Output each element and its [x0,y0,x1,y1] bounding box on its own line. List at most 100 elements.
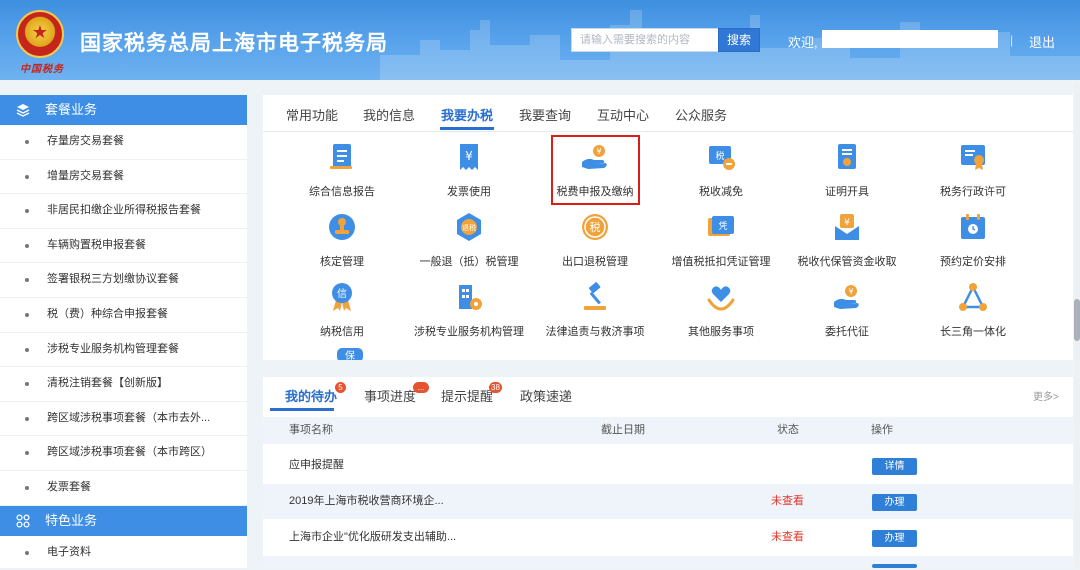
sidebar-item-label: 跨区域涉税事项套餐（本市跨区） [47,446,212,459]
welcome-text: 欢迎, [788,35,818,50]
export-refund-icon: 税 [582,214,608,240]
tab-interaction[interactable]: 互动中心 [597,105,649,124]
sidebar-item-label: 签署银税三方划缴协议套餐 [47,273,179,286]
tab-my-info[interactable]: 我的信息 [363,105,415,124]
sidebar-item[interactable]: 税（费）种综合申报套餐 [0,298,247,333]
stamp-icon [329,214,355,240]
bullet-icon [25,347,29,352]
more-link[interactable]: 更多> [1033,388,1059,403]
handle-button[interactable] [872,564,917,568]
brand-signature: 中国税务 [20,64,64,75]
license-icon [961,145,985,170]
table-row [263,556,1073,568]
refund-icon: 退税 [457,213,481,241]
sidebar-item[interactable]: 跨区域涉税事项套餐（本市去外... [0,402,247,437]
tab-common[interactable]: 常用功能 [286,105,338,124]
progress-badge: ... [413,382,429,393]
search-input[interactable] [571,28,718,52]
service-item[interactable]: 长三角一体化 [903,282,1043,346]
sidebar-item-label: 存量房交易套餐 [47,135,124,147]
search-button[interactable]: 搜索 [718,28,760,52]
tab-tax-handling[interactable]: 我要办税 [441,105,493,124]
function-tabs: 常用功能 我的信息 我要办税 我要查询 互动中心 公众服务 [263,95,1073,132]
service-item[interactable]: 凭 增值税抵扣凭证管理 [651,212,791,276]
tab-query[interactable]: 我要查询 [519,105,571,124]
sidebar-item-label: 电子资料 [47,545,91,558]
sidebar-item-label: 清税注销套餐【创新版】 [47,377,168,390]
service-item[interactable]: 综合信息报告 [272,142,412,206]
item-status: 未查看 [771,531,804,543]
sidebar-item[interactable]: 增量房交易套餐 [0,160,247,195]
handle-button[interactable]: 办理 [872,530,917,547]
column-header: 事项名称 [289,424,333,436]
sidebar-item[interactable]: 涉税专业服务机构管理套餐 [0,333,247,368]
tab-reminders[interactable]: 提示提醒 [441,386,493,405]
sidebar-item[interactable]: 发票套餐 [0,471,247,506]
svg-text:税: 税 [590,220,601,234]
handle-button[interactable]: 办理 [872,494,917,511]
sidebar-item[interactable]: 跨区域涉税事项套餐（本市跨区） [0,436,247,471]
sidebar-item[interactable]: 存量房交易套餐 [0,125,247,160]
service-item[interactable]: 涉税专业服务机构管理 [399,282,539,346]
service-item[interactable]: 预约定价安排 [903,212,1043,276]
heart-hands-icon [707,286,735,311]
sidebar-item[interactable]: 车辆购置税申报套餐 [0,229,247,264]
partial-service-icon[interactable]: 保 [337,348,363,360]
item-name: 上海市企业"优化版研发支出辅助... [289,531,457,543]
tab-progress[interactable]: 事项进度 [364,386,416,405]
service-item[interactable]: 法律追责与救济事项 [525,282,665,346]
service-item[interactable]: ¥ 委托代征 [777,282,917,346]
service-item[interactable]: 税务行政许可 [903,142,1043,206]
page-scrollbar-thumb[interactable] [1074,299,1080,341]
service-item[interactable]: 核定管理 [272,212,412,276]
service-label: 税收减免 [699,186,743,198]
custody-fund-icon: ¥ [835,214,859,240]
service-item[interactable]: 税 出口退税管理 [525,212,665,276]
payment-hand-icon: ¥ [834,285,859,309]
sidebar-item[interactable]: 电子资料 [0,536,247,570]
bullet-icon [25,485,29,490]
bullet-icon [25,312,29,317]
sidebar-item[interactable]: 清税注销套餐【创新版】 [0,367,247,402]
sidebar-section-package[interactable]: 套餐业务 [0,95,247,125]
username-field [822,30,998,48]
svg-text:凭: 凭 [718,220,727,232]
sidebar-item-label: 跨区域涉税事项套餐（本市去外... [47,411,211,424]
sidebar-item[interactable]: 非居民扣缴企业所得税报告套餐 [0,194,247,229]
service-item[interactable]: ¥ 发票使用 [399,142,539,206]
sidebar-item[interactable]: 签署银税三方划缴协议套餐 [0,263,247,298]
table-row: 上海市企业"优化版研发支出辅助... 未查看 办理 [263,520,1073,555]
bullet-icon [25,451,29,456]
service-label: 委托代征 [825,326,869,338]
service-item[interactable]: 证明开具 [777,142,917,206]
service-item[interactable]: 信 纳税信用 [272,282,412,346]
service-item[interactable]: 退税 一般退（抵）税管理 [399,212,539,276]
report-icon [330,144,352,169]
svg-text:保: 保 [345,349,355,360]
bullet-icon [25,278,29,283]
logout-link[interactable]: 退出 [1029,32,1055,51]
national-emblem-logo: ★ [16,10,64,58]
details-button[interactable]: 详情 [872,458,917,475]
voucher-icon: 凭 [708,216,734,236]
reminder-count-badge: 38 [489,382,502,393]
service-label: 税收代保管资金收取 [797,256,897,268]
sidebar-section-special[interactable]: 特色业务 [0,505,247,536]
tab-policy[interactable]: 政策速递 [520,386,572,405]
service-item[interactable]: 其他服务事项 [651,282,791,346]
service-item[interactable]: 税 税收减免 [651,142,791,206]
service-label: 纳税信用 [320,326,364,338]
service-label: 证明开具 [825,186,869,198]
tab-public-service[interactable]: 公众服务 [675,105,727,124]
sidebar-item-label: 发票套餐 [47,480,91,493]
bullet-icon [25,209,29,214]
service-label: 涉税专业服务机构管理 [414,326,524,338]
sidebar-item-label: 非居民扣缴企业所得税报告套餐 [47,204,201,217]
sidebar-item-label: 税（费）种综合申报套餐 [47,307,168,320]
service-item[interactable]: ¥ 税收代保管资金收取 [777,212,917,276]
svg-text:¥: ¥ [848,287,853,296]
bullet-icon [25,140,29,144]
function-panel: 常用功能 我的信息 我要办税 我要查询 互动中心 公众服务 综合信息报告 ¥ 发… [263,95,1073,360]
tab-my-todo[interactable]: 我的待办 [285,386,337,405]
service-label: 增值税抵扣凭证管理 [671,256,771,268]
